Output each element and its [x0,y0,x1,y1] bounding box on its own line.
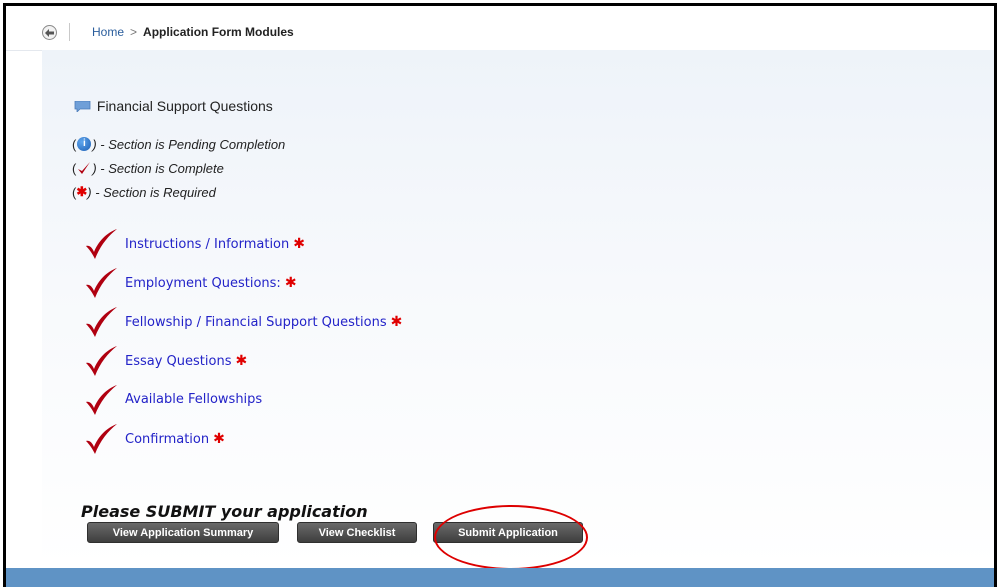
view-checklist-button[interactable]: View Checklist [297,522,417,543]
module-link[interactable]: Confirmation ✱ [125,431,225,447]
checkmark-icon [86,228,117,259]
legend-complete-text: ) - Section is Complete [92,160,224,176]
module-label: Fellowship / Financial Support Questions [125,314,387,330]
module-row: Fellowship / Financial Support Questions… [84,302,402,341]
module-label: Employment Questions: [125,275,281,291]
module-link[interactable]: Instructions / Information ✱ [125,236,305,252]
required-star-icon: ✱ [213,430,225,447]
breadcrumb-home-link[interactable]: Home [92,25,124,39]
speech-bubble-icon [74,101,91,112]
checkmark-icon [86,306,117,337]
view-application-summary-button[interactable]: View Application Summary [87,522,279,543]
status-legend: ( i ) - Section is Pending Completion ( … [72,132,285,204]
checkmark-icon [86,267,117,298]
legend-complete: ( ) - Section is Complete [72,156,285,180]
submit-heading: Please SUBMIT your application [81,502,368,521]
main-content: Financial Support Questions ( i ) - Sect… [42,50,994,570]
legend-required: ( ✱ ) - Section is Required [72,180,285,204]
module-row: Instructions / Information ✱ [84,224,402,263]
breadcrumb: Home > Application Form Modules [92,25,294,39]
module-label: Instructions / Information [125,236,290,252]
divider [69,23,70,41]
checkmark-icon [86,345,117,376]
legend-open-paren: ( [72,160,77,176]
app-frame: Home > Application Form Modules Financial … [3,3,997,587]
module-row: Employment Questions: ✱ [84,263,402,302]
back-button[interactable] [42,25,57,40]
breadcrumb-separator: > [130,25,138,39]
legend-open-paren: ( [72,136,77,152]
required-star-icon: ✱ [284,274,297,291]
required-star-icon: ✱ [76,184,88,199]
module-label: Available Fellowships [125,392,263,407]
info-icon: i [77,137,92,151]
legend-required-text: ) - Section is Required [87,184,216,200]
module-link[interactable]: Fellowship / Financial Support Questions… [125,314,402,330]
checkmark-icon [78,162,91,174]
section-title-text: Financial Support Questions [96,98,273,114]
module-link[interactable]: Essay Questions ✱ [125,353,247,369]
required-star-icon: ✱ [390,313,403,330]
section-title: Financial Support Questions [74,98,273,114]
module-row: Available Fellowships [84,380,402,419]
module-label: Confirmation [125,431,210,447]
module-row: Confirmation ✱ [84,419,402,458]
module-link[interactable]: Available Fellowships [125,392,262,407]
required-star-icon: ✱ [293,235,305,252]
footer-bar [6,568,994,587]
arrow-left-icon [45,28,54,37]
required-star-icon: ✱ [235,352,248,369]
legend-pending-text: ) - Section is Pending Completion [92,136,286,152]
checkmark-icon [86,384,117,415]
module-label: Essay Questions [125,353,232,369]
module-row: Essay Questions ✱ [84,341,402,380]
highlight-annotation [434,505,588,570]
legend-pending: ( i ) - Section is Pending Completion [72,132,285,156]
breadcrumb-current: Application Form Modules [143,25,294,39]
top-bar: Home > Application Form Modules [6,6,994,51]
module-list: Instructions / Information ✱ Employment Qu… [84,224,402,458]
checkmark-icon [86,423,117,454]
module-link[interactable]: Employment Questions: ✱ [125,275,297,291]
